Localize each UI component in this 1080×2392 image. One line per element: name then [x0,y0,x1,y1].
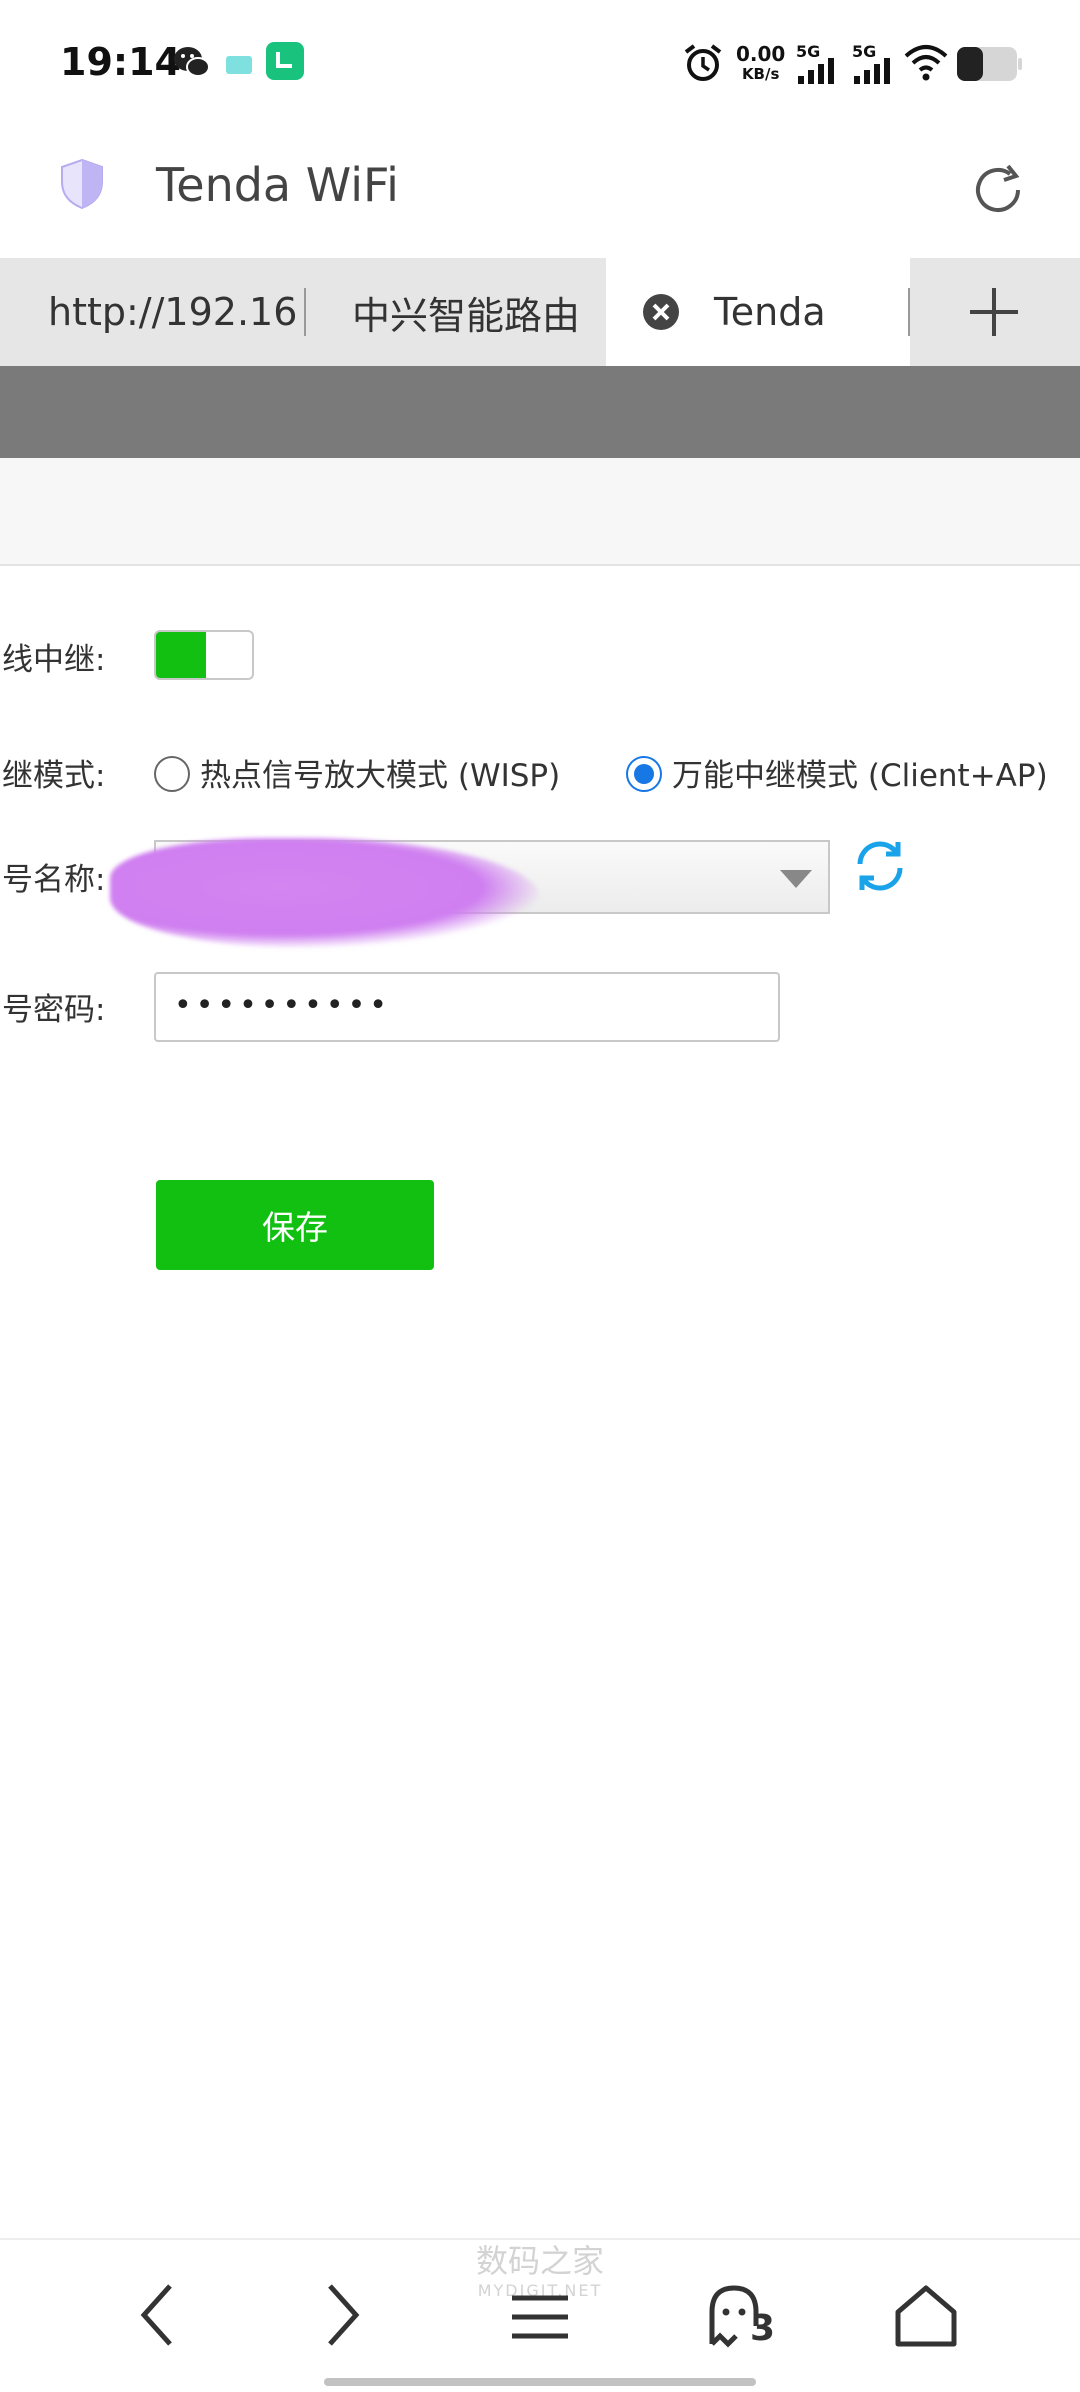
watermark-text: 数码之家 [475,2242,604,2280]
home-icon[interactable] [892,2282,960,2350]
page-subheader [0,458,1080,566]
tab-count: 3 [750,2308,776,2349]
password-input[interactable]: •••••••••• [154,972,780,1042]
tab-tenda[interactable]: Tenda [606,258,910,366]
back-icon[interactable] [132,2280,182,2350]
app-title: Tenda WiFi [156,158,399,212]
notification-icon [226,56,252,74]
wireless-relay-toggle[interactable] [154,630,254,680]
speed-unit: KB/s [741,65,780,83]
tab-divider [304,288,306,336]
tab-label: 中兴智能路由 [352,293,581,338]
home-indicator[interactable] [324,2378,756,2386]
tab-label: Tenda [714,290,826,334]
password-label: 号密码: [2,992,106,1028]
wifi-icon [904,45,948,81]
save-button[interactable]: 保存 [156,1180,434,1270]
client-ap-mode-radio[interactable] [626,756,662,792]
client-ap-mode-label[interactable]: 万能中继模式 (Client+AP) [672,750,1048,795]
chevron-down-icon [780,870,812,888]
shield-icon [61,158,103,210]
wireless-relay-label: 线中继: [2,642,106,678]
forward-icon[interactable] [318,2280,368,2350]
menu-icon[interactable] [508,2292,572,2342]
page-header-bar [0,366,1080,458]
app-header: Tenda WiFi [0,128,1080,258]
status-time: 19:14 [60,40,181,84]
app-notification-icon [266,42,304,80]
refresh-icon[interactable] [852,838,908,894]
tab-label: http://192.16 [48,290,298,334]
new-tab-icon[interactable] [966,284,1022,340]
wechat-icon [174,47,210,77]
status-bar: 19:14 0.00 KB/s 5G 5G [0,0,1080,128]
tab-zte-router[interactable]: 中兴智能路由 [352,258,602,366]
tab-divider [908,288,910,336]
wisp-mode-radio[interactable] [154,756,190,792]
wisp-mode-label[interactable]: 热点信号放大模式 (WISP) [200,750,560,795]
bottom-navigation: 数码之家 MYDIGIT.NET 3 [0,2238,1080,2392]
signal-icon [798,58,834,84]
browser-tab-bar: http://192.16 中兴智能路由 Tenda [0,258,1080,366]
network-speed: 0.00 KB/s [736,44,785,84]
relay-mode-label: 继模式: [2,758,106,794]
alarm-icon [684,44,722,81]
toggle-on-indicator [156,632,206,678]
battery-icon [957,47,1022,81]
signal-icon [854,58,890,84]
tab-192[interactable]: http://192.16 [48,258,298,366]
close-tab-icon[interactable] [642,293,680,331]
ssid-label: 号名称: [2,862,106,898]
speed-value: 0.00 [736,42,786,66]
reload-icon[interactable] [966,158,1030,222]
